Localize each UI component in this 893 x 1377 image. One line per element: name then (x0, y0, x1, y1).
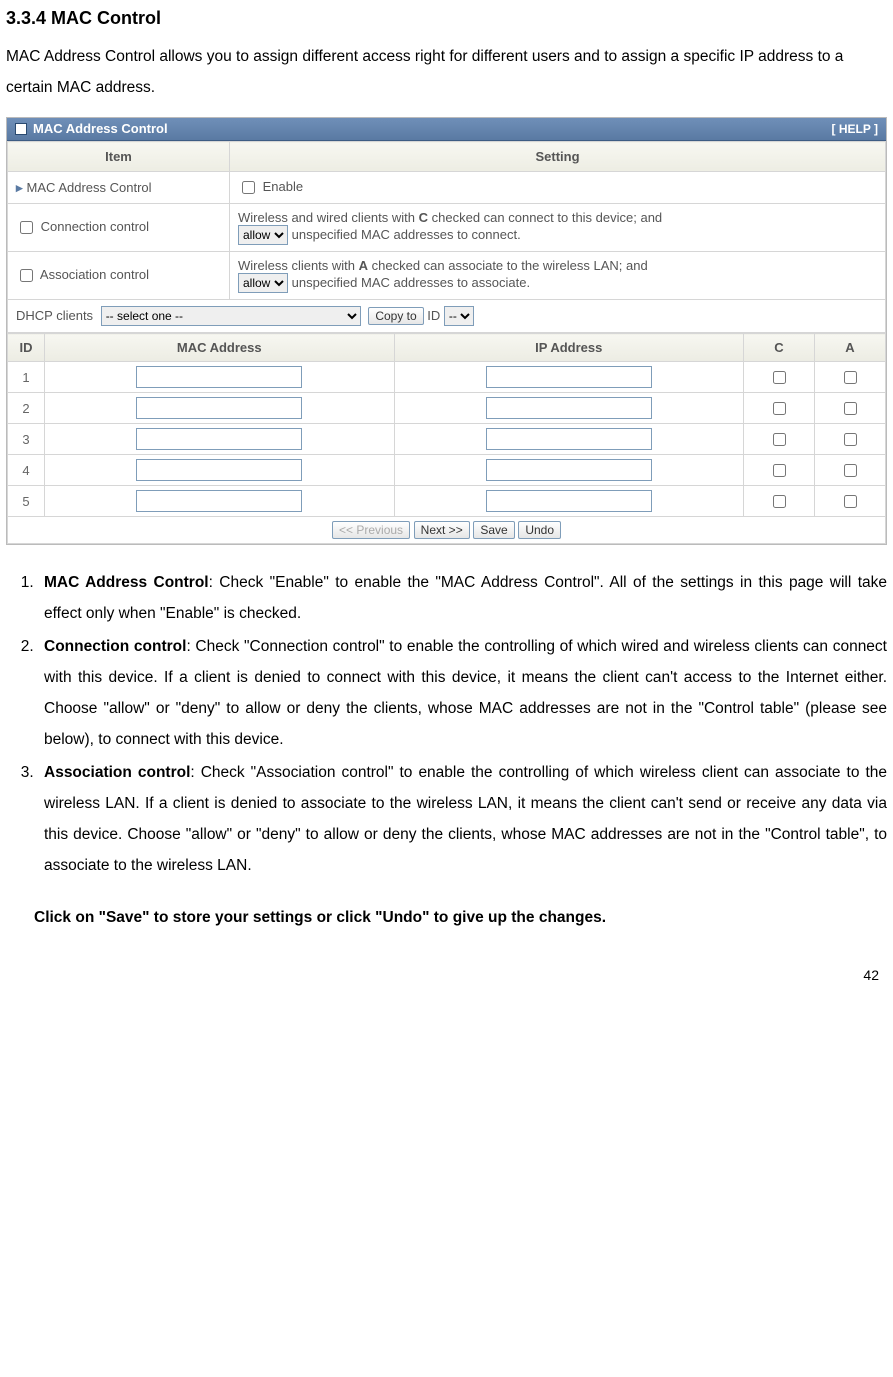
row-marker-icon: ▸ (16, 180, 23, 195)
table-row: 5 (8, 486, 886, 517)
table-row: 1 (8, 362, 886, 393)
page-number: 42 (0, 927, 893, 991)
section-heading: 3.3.4 MAC Control (6, 8, 887, 29)
a-checkbox[interactable] (844, 433, 857, 446)
grid-header-id: ID (8, 334, 45, 362)
ip-input[interactable] (486, 459, 652, 481)
grid-header-c: C (744, 334, 815, 362)
connection-allow-select[interactable]: allow (238, 225, 288, 245)
enable-checkbox[interactable] (242, 181, 255, 194)
label-connection-control: Connection control (41, 219, 149, 234)
association-text-2: unspecified MAC addresses to associate. (292, 275, 530, 290)
config-screenshot: MAC Address Control [ HELP ] Item Settin… (6, 117, 887, 545)
list-item: Association control: Check "Association … (38, 757, 887, 881)
c-checkbox[interactable] (773, 464, 786, 477)
row-id: 2 (8, 393, 45, 424)
a-checkbox[interactable] (844, 371, 857, 384)
copy-to-button[interactable]: Copy to (368, 307, 423, 325)
row-id: 5 (8, 486, 45, 517)
association-text-1b: checked can associate to the wireless LA… (368, 258, 648, 273)
connection-text-1a: Wireless and wired clients with (238, 210, 419, 225)
panel-title: MAC Address Control (33, 121, 168, 136)
header-item: Item (8, 142, 230, 172)
association-bold-a: A (359, 258, 368, 273)
association-allow-select[interactable]: allow (238, 273, 288, 293)
c-checkbox[interactable] (773, 402, 786, 415)
list-item-bold: Association control (44, 764, 190, 781)
a-checkbox[interactable] (844, 402, 857, 415)
a-checkbox[interactable] (844, 495, 857, 508)
association-text-1a: Wireless clients with (238, 258, 359, 273)
list-item-bold: Connection control (44, 638, 186, 655)
c-checkbox[interactable] (773, 433, 786, 446)
dhcp-label: DHCP clients (16, 308, 93, 323)
mac-input[interactable] (136, 490, 302, 512)
intro-paragraph: MAC Address Control allows you to assign… (6, 41, 887, 103)
ip-input[interactable] (486, 490, 652, 512)
table-row: 4 (8, 455, 886, 486)
grid-header-mac: MAC Address (45, 334, 395, 362)
list-item: MAC Address Control: Check "Enable" to e… (38, 567, 887, 629)
grid-header-ip: IP Address (394, 334, 744, 362)
connection-control-checkbox[interactable] (20, 221, 33, 234)
table-row: 2 (8, 393, 886, 424)
ip-input[interactable] (486, 428, 652, 450)
row-id: 3 (8, 424, 45, 455)
label-association-control: Association control (40, 267, 149, 282)
id-label: ID (427, 308, 440, 323)
c-checkbox[interactable] (773, 495, 786, 508)
row-id: 4 (8, 455, 45, 486)
previous-button[interactable]: << Previous (332, 521, 410, 539)
save-button[interactable]: Save (473, 521, 514, 539)
mac-input[interactable] (136, 459, 302, 481)
numbered-list: MAC Address Control: Check "Enable" to e… (38, 567, 887, 881)
panel-titlebar: MAC Address Control [ HELP ] (7, 118, 886, 141)
c-checkbox[interactable] (773, 371, 786, 384)
header-setting: Setting (230, 142, 886, 172)
mac-input[interactable] (136, 428, 302, 450)
a-checkbox[interactable] (844, 464, 857, 477)
ip-input[interactable] (486, 366, 652, 388)
row-id: 1 (8, 362, 45, 393)
panel-icon (15, 123, 27, 135)
closing-text: Click on "Save" to store your settings o… (34, 909, 887, 927)
dhcp-client-select[interactable]: -- select one -- (101, 306, 361, 326)
list-item-bold: MAC Address Control (44, 574, 209, 591)
enable-label: Enable (263, 179, 303, 194)
ip-input[interactable] (486, 397, 652, 419)
list-item: Connection control: Check "Connection co… (38, 631, 887, 755)
undo-button[interactable]: Undo (518, 521, 561, 539)
mac-input[interactable] (136, 397, 302, 419)
association-control-checkbox[interactable] (20, 269, 33, 282)
id-select[interactable]: -- (444, 306, 474, 326)
mac-input[interactable] (136, 366, 302, 388)
label-mac-control: MAC Address Control (27, 180, 152, 195)
help-link[interactable]: [ HELP ] (832, 122, 878, 136)
table-row: 3 (8, 424, 886, 455)
grid-header-a: A (815, 334, 886, 362)
connection-text-1b: checked can connect to this device; and (428, 210, 662, 225)
connection-text-2: unspecified MAC addresses to connect. (292, 227, 521, 242)
connection-bold-c: C (419, 210, 428, 225)
next-button[interactable]: Next >> (414, 521, 470, 539)
